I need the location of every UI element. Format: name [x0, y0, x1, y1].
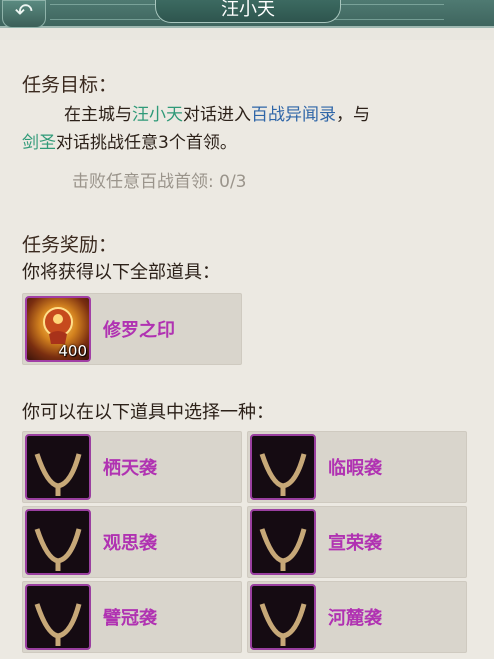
item-name: 宣荣袭 [328, 533, 382, 554]
choice-slot-2[interactable]: 临暇袭 [247, 431, 467, 503]
seal-icon: 400 [25, 296, 91, 362]
item-name: 观思袭 [103, 533, 157, 554]
item-name: 临暇袭 [328, 458, 382, 479]
slingshot-icon-art [34, 453, 82, 496]
task-progress: 击败任意百战首领: 0/3 [72, 172, 247, 192]
slingshot-icon [250, 584, 316, 650]
slingshot-icon-art [259, 453, 307, 496]
task-panel: 任务目标： 在主城与汪小天对话进入百战异闻录，与 剑圣对话挑战任意3个首领。 击… [0, 40, 494, 659]
slingshot-icon-art [259, 603, 307, 646]
slingshot-icon-art [34, 528, 82, 571]
desc-text: ，与 [336, 105, 370, 125]
npc-link-wangxiaotian[interactable]: 汪小天 [132, 105, 183, 125]
fixed-reward-label: 你将获得以下全部道具： [22, 262, 220, 283]
choice-slot-3[interactable]: 观思袭 [22, 506, 242, 578]
choice-slot-1[interactable]: 栖天袭 [22, 431, 242, 503]
desc-text: 在主城与 [64, 105, 132, 125]
fixed-reward-slot[interactable]: 400 修罗之印 [22, 293, 242, 365]
slingshot-icon [25, 584, 91, 650]
dungeon-link[interactable]: 百战异闻录 [251, 105, 336, 125]
slingshot-icon [25, 509, 91, 575]
npc-link-jiansheng[interactable]: 剑圣 [22, 133, 56, 153]
reward-heading: 任务奖励： [22, 234, 118, 256]
top-bar: ↶ 汪小天 [0, 0, 494, 28]
goal-desc-line1: 在主城与汪小天对话进入百战异闻录，与 [64, 104, 370, 126]
page-title: 汪小天 [155, 0, 341, 23]
choice-slot-4[interactable]: 宣荣袭 [247, 506, 467, 578]
ornament-right [334, 4, 444, 20]
slingshot-icon [250, 434, 316, 500]
item-name: 栖天袭 [103, 458, 157, 479]
choice-slot-6[interactable]: 河麓袭 [247, 581, 467, 653]
back-arrow-icon: ↶ [14, 0, 34, 25]
slingshot-icon-art [34, 603, 82, 646]
back-button[interactable]: ↶ [2, 0, 46, 28]
goal-desc-line2: 剑圣对话挑战任意3个首领。 [22, 132, 237, 154]
goal-heading: 任务目标： [22, 74, 118, 96]
desc-text: 对话进入 [183, 105, 251, 125]
choice-slot-5[interactable]: 譬冠袭 [22, 581, 242, 653]
choice-reward-label: 你可以在以下道具中选择一种： [22, 402, 274, 423]
desc-text: 对话挑战任意3个首领。 [56, 133, 237, 153]
slingshot-icon-art [259, 528, 307, 571]
item-name: 河麓袭 [328, 608, 382, 629]
item-name: 譬冠袭 [103, 608, 157, 629]
item-count: 400 [58, 342, 87, 360]
ornament-left [50, 4, 160, 20]
slingshot-icon [25, 434, 91, 500]
item-name: 修罗之印 [103, 320, 175, 341]
slingshot-icon [250, 509, 316, 575]
